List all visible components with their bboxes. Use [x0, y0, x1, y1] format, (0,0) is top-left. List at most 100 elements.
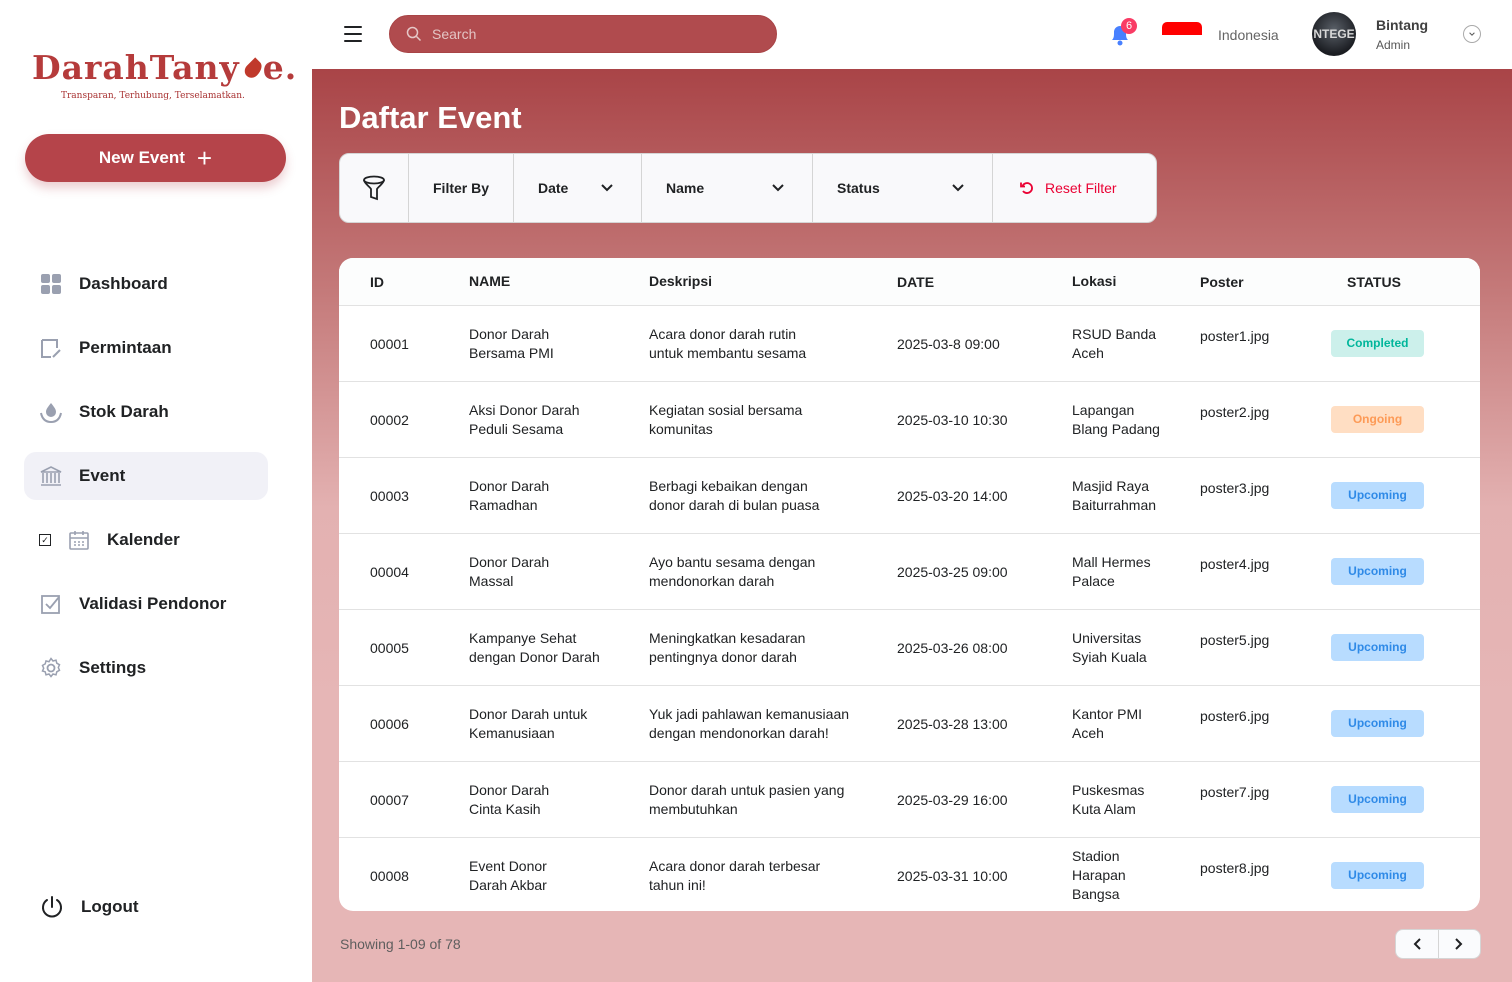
header-status[interactable]: STATUS — [1331, 274, 1471, 290]
cell-poster[interactable]: poster5.jpg — [1200, 610, 1331, 648]
sidebar-item-kalender[interactable]: ✓ Kalender — [24, 516, 268, 564]
indonesia-flag-icon[interactable] — [1162, 22, 1202, 49]
chevron-down-icon[interactable] — [1463, 25, 1481, 43]
filter-by-label: Filter By — [409, 154, 514, 222]
cell-line: Mall Hermes — [1072, 553, 1151, 570]
cell-lokasi: Mall Hermes Palace — [1072, 553, 1200, 591]
cell-poster[interactable]: poster2.jpg — [1200, 382, 1331, 420]
page-title: Daftar Event — [339, 100, 522, 135]
sidebar-item-event[interactable]: Event — [24, 452, 268, 500]
table-row[interactable]: 00003 Donor Darah Ramadhan Berbagi kebaikan… — [339, 458, 1480, 534]
cell-poster[interactable]: poster8.jpg — [1200, 838, 1331, 876]
table-row[interactable]: 00007 Donor Darah Cinta Kasih Donor darah u… — [339, 762, 1480, 838]
sidebar-item-label: Kalender — [107, 530, 180, 549]
checkbox-icon[interactable]: ✓ — [39, 534, 51, 546]
notification-bell[interactable]: 6 — [1107, 18, 1137, 48]
date-filter-dropdown[interactable]: Date — [514, 154, 642, 222]
cell-line: Donor Darah — [469, 553, 550, 570]
table-row[interactable]: 00002 Aksi Donor Darah Peduli Sesama Kegiat… — [339, 382, 1480, 458]
cell-line: untuk membantu sesama — [649, 344, 807, 361]
sidebar-item-label: Dashboard — [79, 274, 168, 293]
chevron-down-icon — [601, 184, 613, 192]
cell-line: Stadion — [1072, 848, 1120, 864]
cell-line: Acara donor darah terbesar — [649, 857, 821, 874]
cell-line: Palace — [1072, 572, 1115, 589]
cell-line: membutuhkan — [649, 800, 738, 817]
new-event-button[interactable]: New Event + — [25, 134, 286, 182]
table-row[interactable]: 00001 Donor Darah Bersama PMI Acara donor d… — [339, 306, 1480, 382]
status-badge: Upcoming — [1331, 786, 1424, 813]
request-icon — [39, 336, 63, 360]
sidebar-item-permintaan[interactable]: Permintaan — [24, 324, 268, 372]
cell-date: 2025-03-20 14:00 — [897, 487, 1008, 504]
sidebar-item-dashboard[interactable]: Dashboard — [24, 260, 268, 308]
logout-label: Logout — [81, 897, 139, 916]
next-page-button[interactable] — [1439, 930, 1481, 958]
filter-icon[interactable] — [340, 154, 409, 222]
cell-poster[interactable]: poster4.jpg — [1200, 534, 1331, 572]
header-id[interactable]: ID — [339, 274, 469, 290]
cell-poster[interactable]: poster6.jpg — [1200, 686, 1331, 724]
cell-line: Ayo bantu sesama dengan — [649, 553, 816, 570]
cell-line: Donor Darah untuk — [469, 705, 588, 722]
filter-bar: Filter By Date Name Status Reset Filter — [339, 153, 1157, 223]
table-row[interactable]: 00006 Donor Darah untuk Kemanusiaan Yuk jad… — [339, 686, 1480, 762]
cell-line: RSUD Banda — [1072, 325, 1157, 342]
name-filter-dropdown[interactable]: Name — [642, 154, 813, 222]
cell-date: 2025-03-10 10:30 — [897, 411, 1008, 428]
cell-name: Donor Darah Cinta Kasih — [469, 781, 649, 819]
header-name[interactable]: NAME — [469, 272, 649, 291]
cell-poster[interactable]: poster1.jpg — [1200, 306, 1331, 344]
cell-name: Event Donor Darah Akbar — [469, 857, 649, 895]
cell-line: Acara donor darah rutin — [649, 325, 797, 342]
cell-line: Masjid Raya — [1072, 477, 1150, 494]
cell-poster[interactable]: poster7.jpg — [1200, 762, 1331, 800]
logout-button[interactable]: Logout — [39, 894, 139, 920]
sidebar-item-settings[interactable]: Settings — [24, 644, 268, 692]
name-filter-label: Name — [666, 180, 705, 196]
table-row[interactable]: 00008 Event Donor Darah Akbar Acara donor d… — [339, 838, 1480, 911]
cell-name: Kampanye Sehat dengan Donor Darah — [469, 629, 649, 667]
cell-line: Kuta Alam — [1072, 800, 1136, 817]
reset-icon — [1020, 182, 1033, 194]
cell-id: 00003 — [370, 487, 409, 504]
cell-name: Donor Darah Ramadhan — [469, 477, 649, 515]
status-badge: Upcoming — [1331, 558, 1424, 585]
cell-line: Donor darah untuk pasien yang — [649, 781, 845, 798]
search-input[interactable] — [432, 26, 752, 42]
sidebar-item-validasi-pendonor[interactable]: Validasi Pendonor — [24, 580, 268, 628]
cell-line: Aksi Donor Darah — [469, 401, 580, 418]
menu-icon[interactable] — [344, 26, 362, 42]
cell-poster[interactable]: poster3.jpg — [1200, 458, 1331, 496]
header-date[interactable]: DATE — [897, 274, 1072, 290]
cell-lokasi: Masjid Raya Baiturrahman — [1072, 477, 1200, 515]
chevron-right-icon — [1455, 938, 1463, 950]
avatar[interactable]: NTEGE — [1312, 12, 1356, 56]
cell-line: Kantor PMI — [1072, 705, 1143, 722]
header-deskripsi[interactable]: Deskripsi — [649, 272, 897, 291]
table-row[interactable]: 00005 Kampanye Sehat dengan Donor Darah Men… — [339, 610, 1480, 686]
table-body: 00001 Donor Darah Bersama PMI Acara donor d… — [339, 306, 1480, 911]
table-row[interactable]: 00004 Donor Darah Massal Ayo bantu sesama d… — [339, 534, 1480, 610]
date-filter-label: Date — [538, 180, 569, 196]
cell-id: 00002 — [370, 411, 409, 428]
header-lokasi[interactable]: Lokasi — [1072, 272, 1200, 291]
cell-lokasi: Stadion Harapan Bangsa — [1072, 847, 1200, 904]
status-badge: Completed — [1331, 330, 1424, 357]
cell-line: Kemanusiaan — [469, 724, 555, 741]
status-filter-dropdown[interactable]: Status — [813, 154, 993, 222]
prev-page-button[interactable] — [1396, 930, 1439, 958]
reset-filter-button[interactable]: Reset Filter — [993, 154, 1117, 222]
sidebar-item-stok-darah[interactable]: Stok Darah — [24, 388, 268, 436]
reset-filter-label: Reset Filter — [1045, 180, 1117, 196]
cell-deskripsi: Berbagi kebaikan dengan donor darah di bu… — [649, 477, 897, 515]
cell-id: 00008 — [370, 867, 409, 884]
sidebar: DarahTany e. Transparan, Terhubung, Terse… — [0, 0, 312, 982]
avatar-text: NTEGE — [1313, 27, 1355, 41]
sidebar-item-label: Event — [79, 466, 126, 485]
cell-date: 2025-03-31 10:00 — [897, 867, 1008, 884]
cell-line: Donor Darah — [469, 325, 550, 342]
search-bar[interactable] — [389, 15, 777, 53]
header-poster[interactable]: Poster — [1200, 274, 1331, 290]
language-label[interactable]: Indonesia — [1218, 27, 1279, 43]
